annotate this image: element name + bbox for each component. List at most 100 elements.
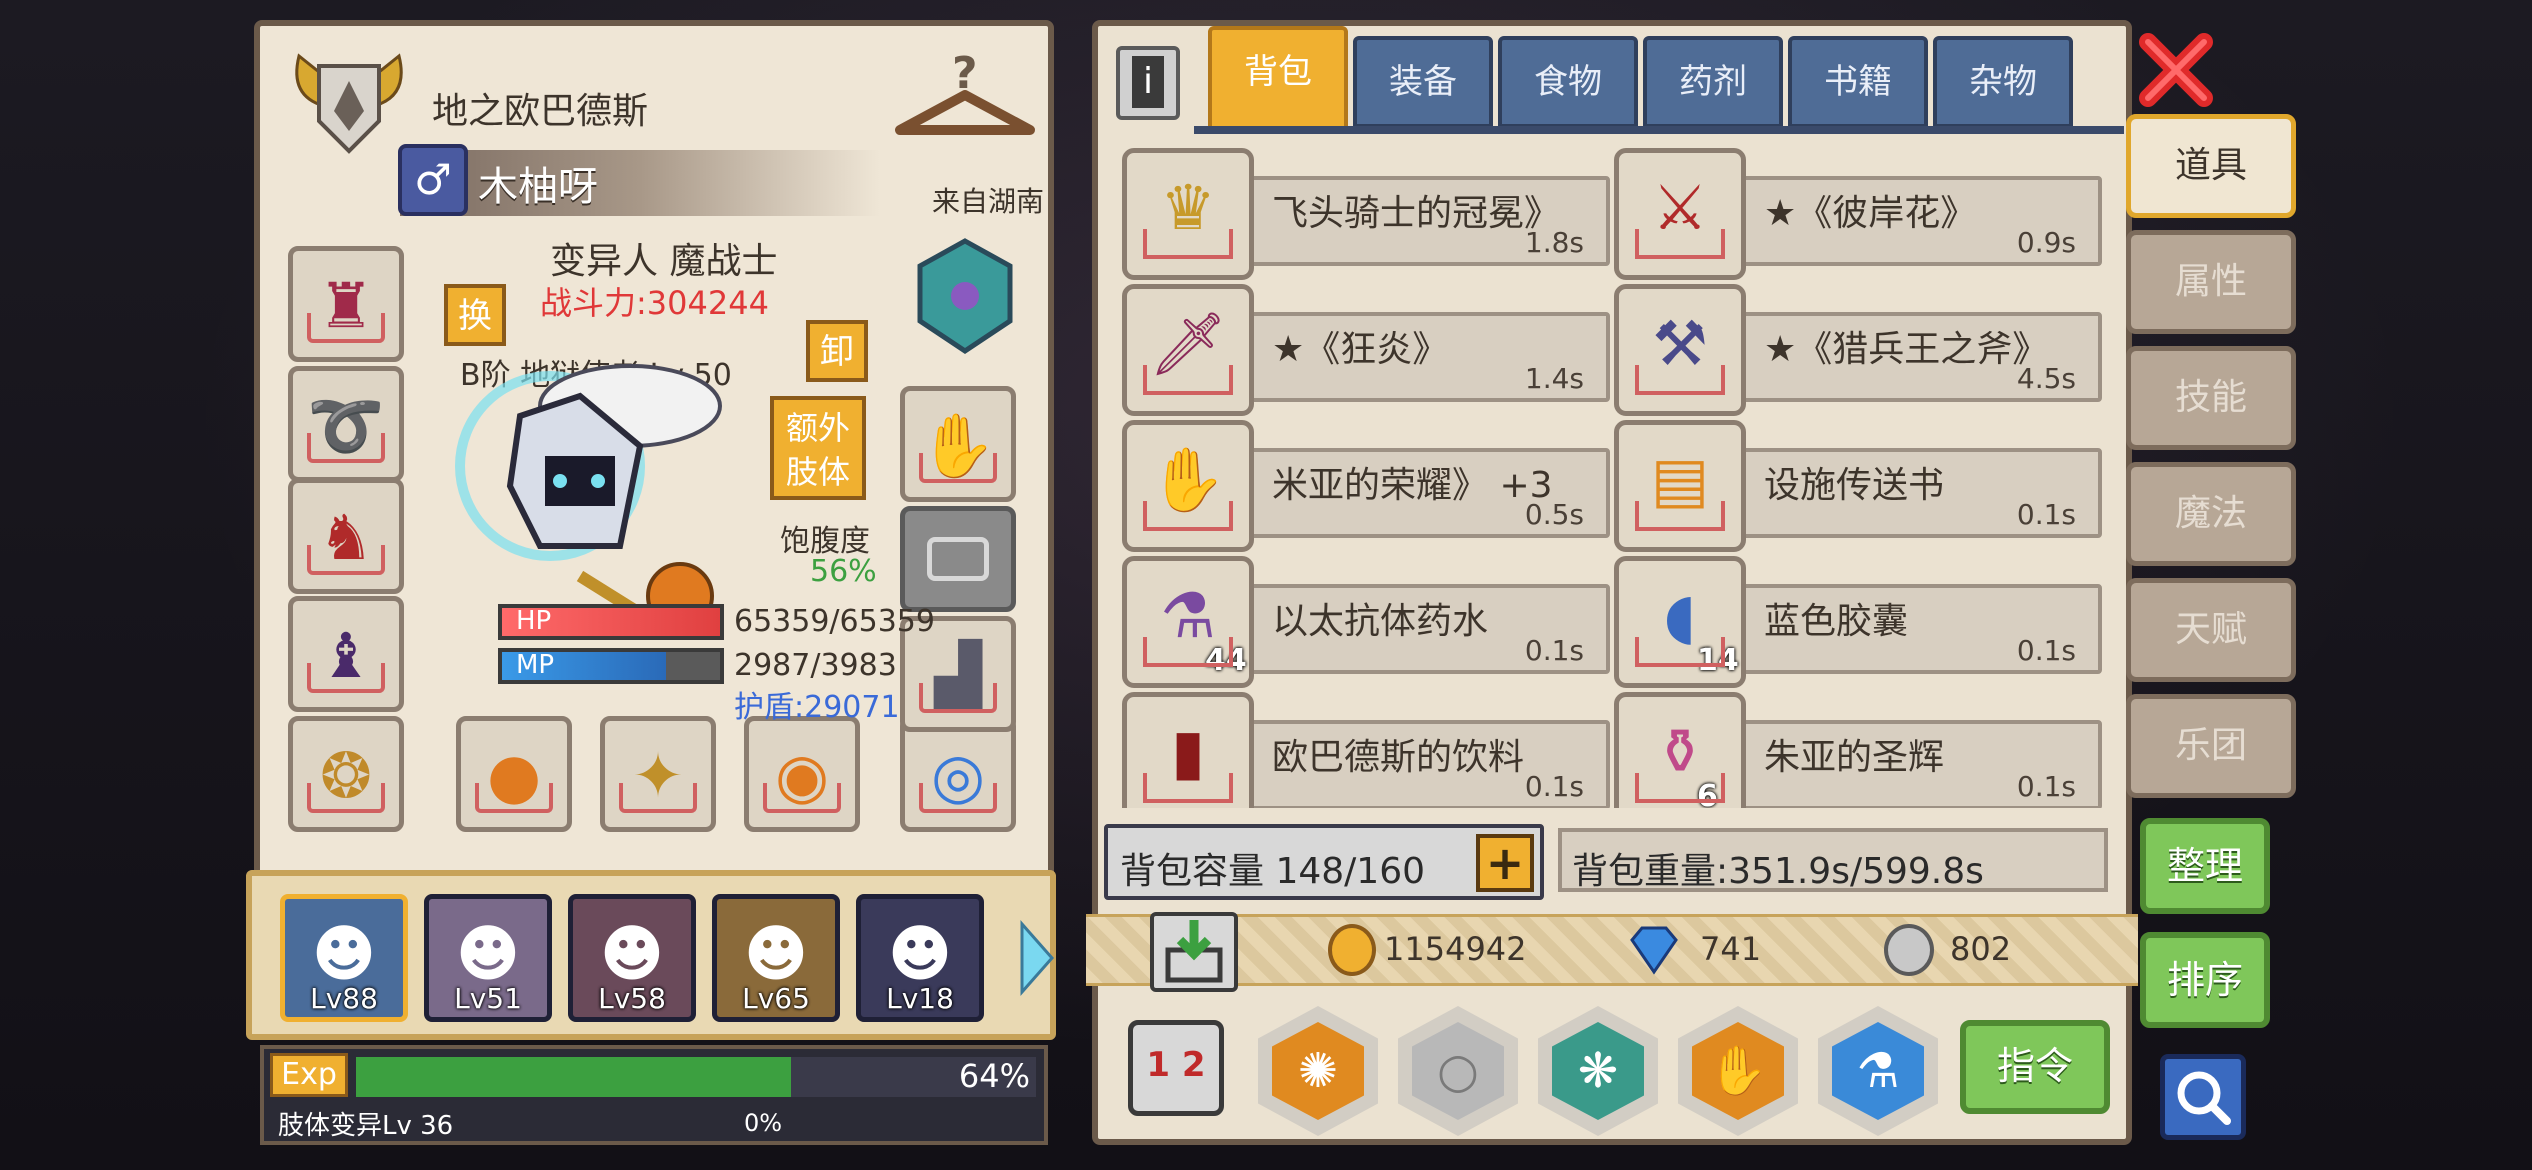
item-icon-frame: ◖ 14	[1614, 556, 1746, 688]
item-name: 以太抗体药水	[1272, 601, 1489, 642]
tab-4[interactable]: 书籍	[1788, 36, 1928, 128]
hanger-icon[interactable]: ?	[890, 40, 1040, 150]
equip-slot-ring[interactable]: ❂	[288, 716, 404, 832]
page-toggle-button[interactable]: 1 2	[1128, 1020, 1224, 1116]
swap-button[interactable]: 换	[444, 284, 506, 346]
party-level: Lv18	[886, 982, 954, 1015]
item-icon-frame: ⚒	[1614, 284, 1746, 416]
info-icon: i	[1132, 56, 1164, 108]
plus-icon: +	[1485, 836, 1525, 890]
organize-button[interactable]: 整理	[2140, 818, 2270, 914]
skill-slot-1[interactable]: ✺	[1258, 1006, 1378, 1136]
item-name: 欧巴德斯的饮料	[1272, 737, 1525, 778]
equip-slot-bottom-2[interactable]: ✦	[600, 716, 716, 832]
storage-button[interactable]	[1150, 912, 1238, 992]
tab-3[interactable]: 药剂	[1643, 36, 1783, 128]
item-icon-frame: ♛	[1122, 148, 1254, 280]
tab-1[interactable]: 装备	[1353, 36, 1493, 128]
side-tab-3[interactable]: 魔法	[2126, 462, 2296, 566]
equip-slot-armor[interactable]: ♝	[288, 596, 404, 712]
equip-slot-helmet[interactable]: ♜	[288, 246, 404, 362]
inventory-item[interactable]: ✋ 米亚的荣耀》 +3 0.5s	[1122, 420, 1610, 552]
exp-track	[356, 1057, 1036, 1097]
item-name: 飞头骑士的冠冕》	[1272, 193, 1561, 234]
limb-mutation-label: 肢体变异Lv 36	[278, 1111, 454, 1141]
exp-label: Exp	[270, 1053, 348, 1097]
mp-bar: MP	[498, 648, 724, 684]
capsule-icon: ◖	[1663, 579, 1697, 652]
party-member[interactable]: ☻ Lv18	[856, 894, 984, 1022]
close-icon[interactable]	[2136, 30, 2216, 110]
inventory-item[interactable]: ⚒ ★《猎兵王之斧》 4.5s	[1614, 284, 2102, 416]
wind-skill-icon: ❋	[1552, 1022, 1644, 1120]
equip-slot-bottom-1[interactable]: ●	[456, 716, 572, 832]
book-icon: ▤	[1650, 443, 1710, 516]
side-tab-2[interactable]: 技能	[2126, 346, 2296, 450]
item-name: ★《猎兵王之斧》	[1764, 329, 2049, 370]
skill-slot-2[interactable]: ○	[1398, 1006, 1518, 1136]
equip-slot-bottom-4[interactable]: ◎	[900, 716, 1016, 832]
skill-slot-5[interactable]: ⚗	[1818, 1006, 1938, 1136]
red-blade-icon: ⚔	[1652, 171, 1708, 244]
command-button[interactable]: 指令	[1960, 1020, 2110, 1114]
exp-percent: 64%	[958, 1057, 1030, 1095]
party-member[interactable]: ☻ Lv58	[568, 894, 696, 1022]
party-member[interactable]: ☻ Lv88	[280, 894, 408, 1022]
item-weight: 0.1s	[2016, 498, 2076, 531]
search-button[interactable]	[2160, 1054, 2246, 1140]
side-tab-5[interactable]: 乐团	[2126, 694, 2296, 798]
hp-label: HP	[516, 606, 552, 636]
skill-slot-3[interactable]: ❋	[1538, 1006, 1658, 1136]
pumpkin-staff-icon: ◉	[774, 739, 830, 812]
item-weight: 0.1s	[1524, 634, 1584, 667]
party-member[interactable]: ☻ Lv65	[712, 894, 840, 1022]
palm-skill-icon: ✋	[1692, 1022, 1784, 1120]
character-title: 地之欧巴德斯	[432, 91, 649, 132]
info-button[interactable]: i	[1116, 46, 1180, 120]
party-member[interactable]: ☻ Lv51	[424, 894, 552, 1022]
flask-skill-icon: ⚗	[1832, 1022, 1924, 1120]
inventory-item[interactable]: ⚱ 6 朱亚的圣辉 0.1s	[1614, 692, 2102, 808]
side-tab-0[interactable]: 道具	[2126, 114, 2296, 218]
mp-value: 2987/3983	[734, 648, 897, 683]
inventory-panel: i 背包 装备 食物 药剂 书籍 杂物 ♛ 飞头骑士的冠冕》 1.8s ⚔ ★《彼岸花》 …	[1086, 20, 2138, 1145]
side-tab-1[interactable]: 属性	[2126, 230, 2296, 334]
expand-bag-button[interactable]: +	[1476, 834, 1534, 892]
inventory-item[interactable]: ▮ 欧巴德斯的饮料 0.1s	[1122, 692, 1610, 808]
tab-0[interactable]: 背包	[1208, 26, 1348, 130]
inventory-item[interactable]: 🗡 ★《狂炎》 1.4s	[1122, 284, 1610, 416]
necklace-icon: ➰	[307, 389, 385, 462]
party-next-arrow-icon[interactable]	[1016, 920, 1056, 996]
inventory-item[interactable]: ▤ 设施传送书 0.1s	[1614, 420, 2102, 552]
download-box-icon	[1165, 920, 1223, 983]
satiety-value: 56%	[810, 554, 877, 589]
locked-slot-icon[interactable]	[900, 506, 1016, 612]
search-icon	[2177, 1071, 2231, 1125]
side-tab-4[interactable]: 天赋	[2126, 578, 2296, 682]
silver-amount: 802	[1950, 930, 2012, 968]
sword-icon: 🗡	[1148, 307, 1228, 380]
item-name: 米亚的荣耀》 +3	[1272, 465, 1553, 506]
extra-limb-button[interactable]: 额外肢体	[770, 396, 866, 500]
equip-slot-glove[interactable]: ✋	[900, 386, 1016, 502]
unequip-button[interactable]: 卸	[806, 320, 868, 382]
inventory-item[interactable]: ♛ 飞头骑士的冠冕》 1.8s	[1122, 148, 1610, 280]
item-weight: 0.1s	[2016, 634, 2076, 667]
skill-slot-4[interactable]: ✋	[1678, 1006, 1798, 1136]
tab-5[interactable]: 杂物	[1933, 36, 2073, 128]
sort-button[interactable]: 排序	[2140, 932, 2270, 1028]
inventory-item[interactable]: ◖ 14 蓝色胶囊 0.1s	[1614, 556, 2102, 688]
equip-slot-necklace[interactable]: ➰	[288, 366, 404, 482]
item-icon-frame: ⚔	[1614, 148, 1746, 280]
bag-weight-box: 背包重量:351.9s/599.8s	[1558, 828, 2108, 892]
item-icon-frame: 🗡	[1122, 284, 1254, 416]
item-count: 44	[1205, 643, 1247, 678]
potion-flask-icon: ⚗	[1160, 579, 1216, 652]
inventory-item[interactable]: ⚗ 44 以太抗体药水 0.1s	[1122, 556, 1610, 688]
bag-capacity-box: 背包容量 148/160 +	[1104, 824, 1544, 900]
equip-slot-bottom-3[interactable]: ◉	[744, 716, 860, 832]
party-level: Lv65	[742, 982, 810, 1015]
equip-slot-cloak[interactable]: ♞	[288, 478, 404, 594]
inventory-item[interactable]: ⚔ ★《彼岸花》 0.9s	[1614, 148, 2102, 280]
tab-2[interactable]: 食物	[1498, 36, 1638, 128]
